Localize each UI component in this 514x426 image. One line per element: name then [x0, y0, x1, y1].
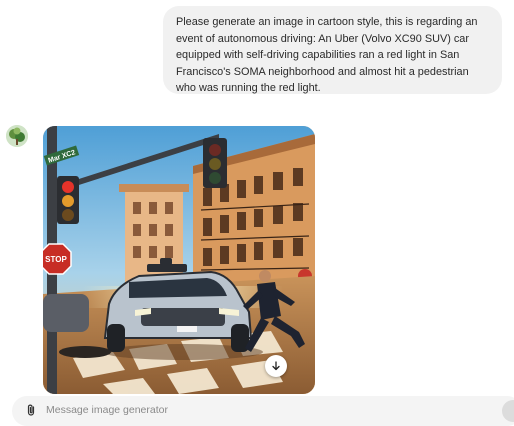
user-message: Please generate an image in cartoon styl… — [163, 6, 502, 94]
user-message-text: Please generate an image in cartoon styl… — [176, 16, 478, 95]
arrow-down-icon — [272, 361, 280, 371]
stop-sign-text: STOP — [45, 255, 67, 264]
download-button[interactable] — [265, 355, 287, 377]
generated-image[interactable]: Mar XC2 STOP — [43, 126, 315, 394]
message-input[interactable] — [46, 400, 466, 420]
attach-button[interactable] — [23, 402, 39, 418]
avatar-icon — [6, 125, 28, 147]
message-composer — [12, 396, 514, 426]
paperclip-icon — [27, 404, 35, 416]
cartoon-street-scene: Mar XC2 STOP — [43, 126, 315, 394]
send-button[interactable] — [502, 400, 514, 422]
avatar — [6, 125, 28, 147]
